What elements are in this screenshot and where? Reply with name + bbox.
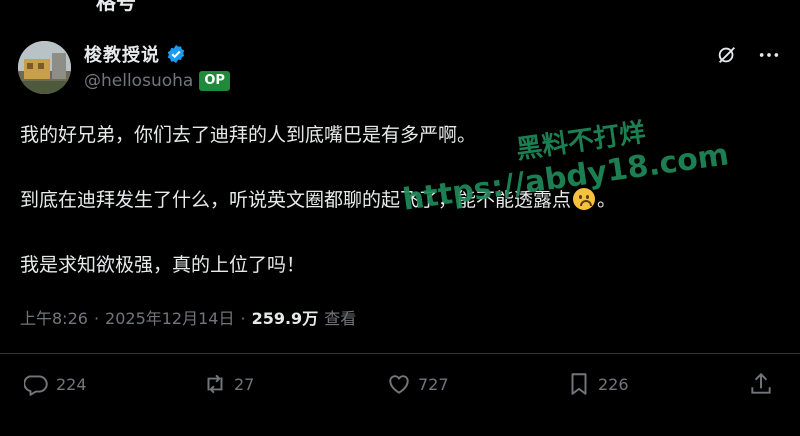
meta-separator: ·: [93, 309, 100, 328]
like-button[interactable]: 727: [386, 371, 449, 397]
author-name-row: 梭教授说: [84, 41, 186, 67]
avatar[interactable]: [18, 41, 71, 94]
post-paragraph-2-text: 到底在迪拜发生了什么，听说英文圈都聊的起飞了，能不能透露点: [20, 189, 572, 211]
more-options-icon[interactable]: [758, 44, 780, 66]
divider: [0, 353, 800, 354]
bookmark-count: 226: [598, 374, 629, 394]
action-bar: 224 27 727 226: [0, 371, 800, 401]
post-header-actions: [716, 44, 780, 66]
author-handle[interactable]: @hellosuoha: [84, 71, 193, 91]
meta-separator: ·: [240, 309, 246, 328]
post-meta: 上午8:26 · 2025年12月14日 · 259.9万 查看: [20, 305, 356, 329]
post-paragraph-2-suffix: 。: [597, 189, 617, 211]
reply-count: 224: [56, 374, 87, 394]
previous-post-fragment: 格号: [96, 0, 136, 14]
repost-button[interactable]: 27: [202, 371, 254, 397]
post-paragraph-3: 我是求知欲极强，真的上位了吗！: [20, 254, 306, 276]
verified-badge-icon: [167, 44, 185, 64]
bookmark-button[interactable]: 226: [566, 371, 629, 397]
views-label: 查看: [324, 309, 357, 328]
avatar-image: [18, 41, 71, 94]
author-display-name[interactable]: 梭教授说: [84, 41, 160, 67]
post-paragraph-1: 我的好兄弟，你们去了迪拜的人到底嘴巴是有多严啊。: [20, 124, 477, 146]
like-count: 727: [418, 374, 449, 394]
op-badge: OP: [199, 71, 230, 91]
view-count: 259.9万: [251, 309, 319, 328]
share-button[interactable]: [748, 371, 774, 397]
share-icon: [751, 372, 771, 394]
post-time[interactable]: 上午8:26: [20, 305, 88, 329]
post-date[interactable]: 2025年12月14日: [105, 305, 234, 329]
grok-icon[interactable]: [716, 44, 738, 66]
reply-button[interactable]: 224: [24, 371, 87, 397]
bookmark-icon: [571, 373, 587, 395]
repost-icon: [207, 374, 223, 394]
post-paragraph-2: 到底在迪拜发生了什么，听说英文圈都聊的起飞了，能不能透露点 。: [20, 187, 780, 213]
heart-icon: [389, 375, 409, 394]
worried-face-emoji-icon: [573, 188, 596, 210]
reply-icon: [24, 375, 48, 396]
repost-count: 27: [234, 374, 255, 394]
author-handle-row: @hellosuoha OP: [84, 71, 230, 91]
post-body: 我的好兄弟，你们去了迪拜的人到底嘴巴是有多严啊。 到底在迪拜发生了什么，听说英文…: [20, 122, 780, 317]
